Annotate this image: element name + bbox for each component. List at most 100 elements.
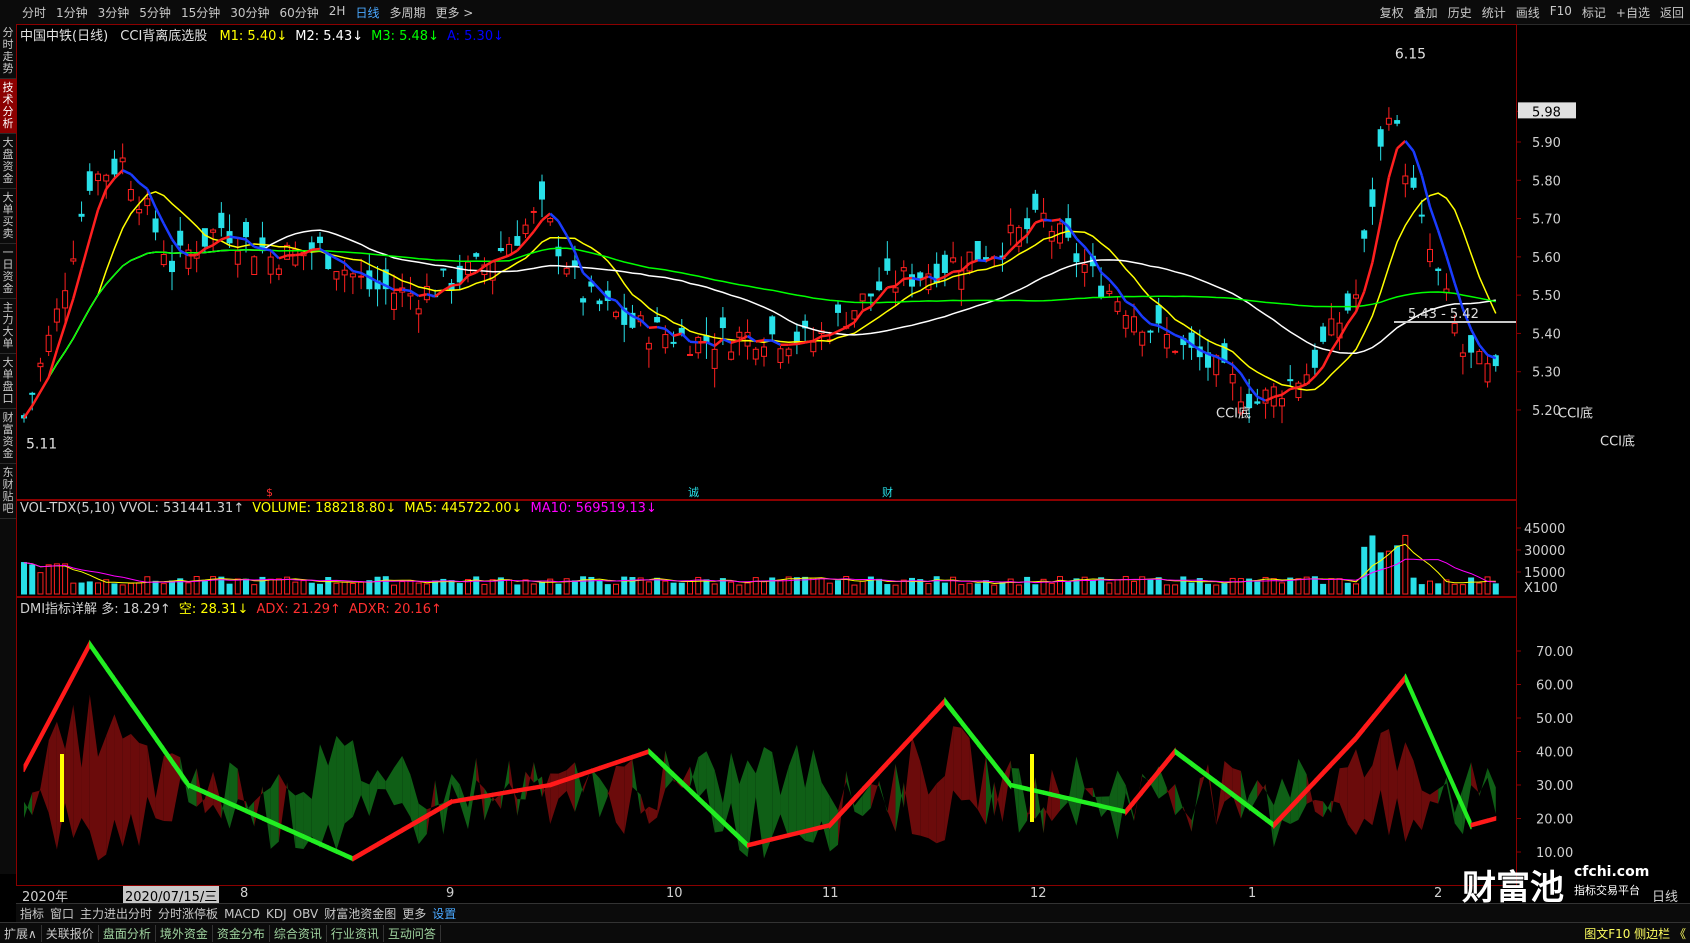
a-line-segment: [558, 221, 566, 235]
dmi-tick-label: 30.00: [1536, 779, 1573, 794]
info-tab-6[interactable]: 行业资讯: [327, 925, 384, 942]
dmi-band: [1266, 784, 1274, 847]
indicator-tab-0[interactable]: 指标: [20, 905, 44, 922]
dmi-band: [780, 767, 788, 838]
period-tab-5[interactable]: 30分钟: [230, 4, 269, 21]
tool-button-5[interactable]: F10: [1550, 4, 1572, 21]
tool-button-8[interactable]: 返回: [1660, 4, 1684, 21]
candle-body: [548, 218, 553, 221]
a-line-segment: [452, 284, 460, 285]
volume-bar: [383, 577, 388, 594]
info-tab-1[interactable]: 关联报价: [42, 925, 99, 942]
indicator-tab-3[interactable]: 分时涨停板: [158, 905, 218, 922]
candle-body: [523, 225, 528, 233]
volume-bar: [1337, 579, 1342, 594]
dmi-band: [82, 695, 90, 831]
dmi-band: [156, 756, 164, 821]
side-tab-2[interactable]: 大盘资金: [0, 134, 16, 189]
volume-bar: [556, 584, 561, 594]
volume-bar: [416, 583, 421, 594]
side-tab-3[interactable]: 大单买卖: [0, 189, 16, 244]
indicator-tab-4[interactable]: MACD: [224, 907, 260, 921]
indicator-tab-1[interactable]: 窗口: [50, 905, 74, 922]
info-tab-7[interactable]: 互动问答: [384, 925, 441, 942]
price-tick-label: 5.40: [1532, 327, 1561, 342]
info-tab-2[interactable]: 盘面分析: [99, 925, 156, 942]
f10-sidebar-link[interactable]: 图文F10 侧边栏 《: [1580, 925, 1690, 942]
tool-button-0[interactable]: 复权: [1380, 4, 1404, 21]
indicator-tab-7[interactable]: 财富池资金图: [324, 905, 396, 922]
period-tab-0[interactable]: 分时: [22, 4, 46, 21]
indicator-tab-2[interactable]: 主力进出分时: [80, 905, 152, 922]
info-tab-4[interactable]: 资金分布: [213, 925, 270, 942]
dmi-band: [542, 773, 550, 824]
period-tab-6[interactable]: 60分钟: [280, 4, 319, 21]
period-tab-2[interactable]: 3分钟: [98, 4, 130, 21]
indicator-tab-9[interactable]: 设置: [432, 905, 456, 922]
candle-body: [901, 268, 906, 271]
info-tab-3[interactable]: 境外资金: [156, 925, 213, 942]
a-line-segment: [1159, 326, 1167, 330]
dmi-band: [353, 740, 361, 817]
period-tab-8[interactable]: 日线: [355, 4, 379, 21]
a-line-segment: [1422, 175, 1430, 207]
adx-ribbon: [501, 790, 509, 795]
candle-body: [860, 294, 865, 301]
side-tab-5[interactable]: 主力大单: [0, 299, 16, 354]
volume-bar: [235, 579, 240, 594]
adx-ribbon: [986, 751, 994, 767]
volume-bar: [145, 577, 150, 594]
period-tab-9[interactable]: 多周期: [389, 4, 425, 21]
event-marker-0[interactable]: $: [266, 486, 273, 499]
period-tab-4[interactable]: 15分钟: [181, 4, 220, 21]
price-tick-label: 5.98: [1532, 105, 1561, 120]
candle-body: [951, 258, 956, 262]
side-tab-4[interactable]: 一日资金: [0, 244, 16, 299]
period-tab-10[interactable]: 更多 >: [435, 4, 473, 21]
period-tab-3[interactable]: 5分钟: [139, 4, 171, 21]
volume-bar: [1164, 585, 1169, 594]
candle-body: [515, 237, 520, 246]
tool-button-3[interactable]: 统计: [1482, 4, 1506, 21]
side-tab-1[interactable]: 技术分析: [0, 79, 16, 134]
a-line-segment: [312, 249, 320, 250]
dmi-band: [402, 756, 410, 817]
tool-button-1[interactable]: 叠加: [1414, 4, 1438, 21]
volume-bar: [30, 565, 35, 594]
candle-body: [1255, 402, 1260, 403]
dmi-band: [928, 783, 936, 843]
candle-body: [811, 342, 816, 352]
event-marker-2[interactable]: 财: [882, 485, 893, 499]
tool-button-2[interactable]: 历史: [1448, 4, 1472, 21]
volume-bar: [186, 583, 191, 594]
adx-ribbon: [394, 828, 402, 837]
indicator-tab-8[interactable]: 更多: [402, 905, 426, 922]
tool-button-6[interactable]: 标记: [1582, 4, 1606, 21]
a-line-segment: [1438, 231, 1446, 256]
volume-bar: [531, 584, 536, 594]
dmi-band: [994, 778, 1002, 822]
volume-bar: [1296, 579, 1301, 594]
dmi-band: [320, 744, 328, 847]
side-tab-6[interactable]: 大单盘口: [0, 354, 16, 409]
dmi-legend-item-1: 空: 28.31↓: [179, 602, 249, 617]
candle-body: [293, 249, 298, 265]
side-tab-7[interactable]: 财富资金: [0, 409, 16, 464]
side-tab-0[interactable]: 分时走势: [0, 24, 16, 79]
indicator-tab-5[interactable]: KDJ: [266, 907, 287, 921]
dmi-legend-item-3: ADXR: 20.16↑: [349, 602, 442, 617]
info-tab-0[interactable]: 扩展∧: [0, 925, 42, 942]
candle-body: [30, 393, 35, 394]
indicator-tab-6[interactable]: OBV: [293, 907, 319, 921]
info-tab-5[interactable]: 综合资讯: [270, 925, 327, 942]
tool-button-4[interactable]: 画线: [1516, 4, 1540, 21]
chart-canvas[interactable]: 6.155.115.43 - 5.42CCI底CCI底CCI底$诚财 5.985…: [16, 24, 1690, 886]
period-tab-7[interactable]: 2H: [329, 4, 346, 21]
tool-button-7[interactable]: +自选: [1616, 4, 1650, 21]
volume-bar: [350, 583, 355, 594]
period-tab-1[interactable]: 1分钟: [56, 4, 88, 21]
candle-body: [1164, 334, 1169, 348]
adx-ribbon: [1192, 761, 1200, 772]
event-marker-1[interactable]: 诚: [688, 486, 699, 499]
side-tab-8[interactable]: 东财贴吧: [0, 464, 16, 519]
